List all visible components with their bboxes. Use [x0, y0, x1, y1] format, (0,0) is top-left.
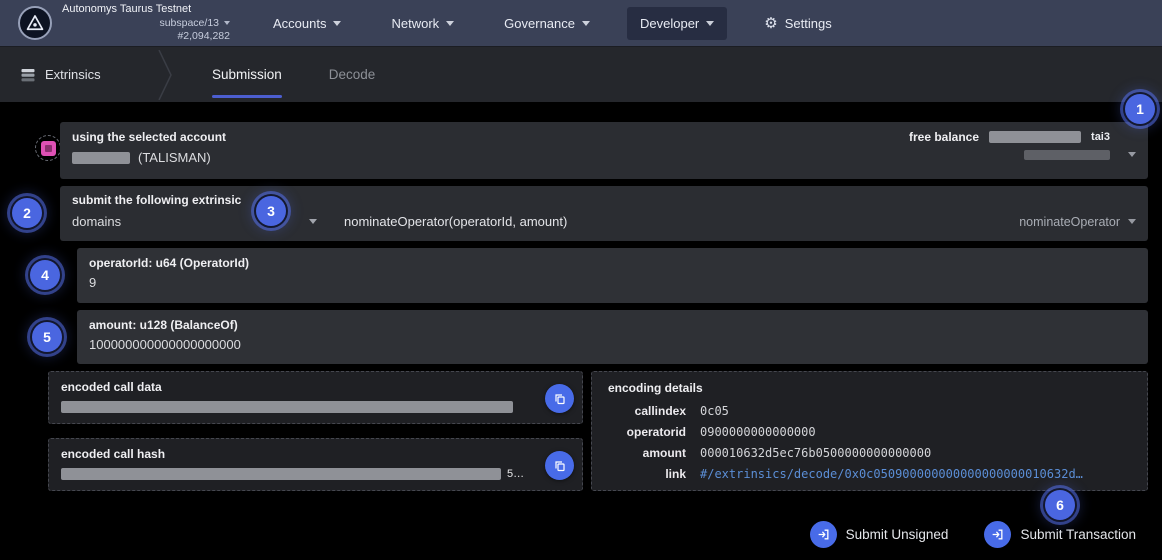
chevron-down-icon	[1128, 219, 1136, 224]
copy-call-hash-button[interactable]	[545, 451, 574, 480]
redacted-secondary-balance	[1024, 150, 1110, 160]
param-amount-label: amount: u128 (BalanceOf)	[89, 318, 1136, 332]
annotation-step-1: 1	[1125, 94, 1155, 124]
detail-key: callindex	[608, 404, 686, 418]
encoded-call-data-label: encoded call data	[61, 380, 570, 394]
param-amount[interactable]: amount: u128 (BalanceOf) 100000000000000…	[77, 310, 1148, 364]
sign-in-icon	[810, 521, 837, 548]
account-label: using the selected account	[72, 130, 226, 144]
account-info: using the selected account (TALISMAN)	[72, 130, 226, 171]
annotation-step-3: 3	[256, 196, 286, 226]
copy-call-data-button[interactable]	[545, 384, 574, 413]
encoding-details-title: encoding details	[608, 381, 1131, 395]
submit-unsigned-label: Submit Unsigned	[846, 527, 949, 542]
redacted-balance-value	[989, 131, 1081, 143]
redacted-account-name	[72, 152, 130, 164]
account-avatar[interactable]	[35, 135, 61, 161]
call-signature: nominateOperator(operatorId, amount)	[344, 214, 567, 229]
balance-info: free balance tai3	[909, 130, 1110, 171]
annotation-step-2: 2	[12, 198, 42, 228]
copy-icon	[554, 460, 566, 472]
encoded-call-hash-value: 5…	[61, 468, 570, 480]
encoding-details: encoding details callindex 0c05 operator…	[591, 371, 1148, 491]
extrinsic-label: submit the following extrinsic	[72, 193, 1136, 207]
secondary-balance-row	[1024, 150, 1110, 160]
detail-row-callindex: callindex 0c05	[608, 400, 1131, 421]
actions-bar: Submit Unsigned Submit Transaction	[810, 521, 1136, 548]
detail-key: amount	[608, 446, 686, 460]
annotation-step-4: 4	[30, 260, 60, 290]
account-dropdown-chevron-icon[interactable]	[1128, 152, 1136, 157]
encoded-call-data-value	[61, 401, 570, 413]
pallet-value: domains	[72, 214, 121, 229]
extrinsic-row: domains nominateOperator(operatorId, amo…	[72, 214, 1136, 229]
param-operatorid-label: operatorId: u64 (OperatorId)	[89, 256, 1136, 270]
annotation-step-6: 6	[1045, 490, 1075, 520]
redacted-call-data	[61, 401, 513, 413]
account-source: (TALISMAN)	[138, 150, 211, 165]
detail-row-link: link #/extrinsics/decode/0x0c05090000000…	[608, 463, 1131, 484]
submit-transaction-button[interactable]: Submit Transaction	[984, 521, 1136, 548]
extrinsics-page: Autonomys Taurus Testnet subspace/13 #2,…	[0, 0, 1162, 560]
detail-key: link	[608, 467, 686, 481]
redacted-call-hash	[61, 468, 501, 480]
detail-key: operatorid	[608, 425, 686, 439]
encoded-call-hash: encoded call hash 5…	[48, 438, 583, 491]
sign-in-icon	[984, 521, 1011, 548]
detail-value: 0900000000000000	[700, 425, 816, 439]
free-balance-label: free balance	[909, 130, 979, 144]
account-name-row: (TALISMAN)	[72, 150, 226, 165]
detail-row-operatorid: operatorid 0900000000000000	[608, 421, 1131, 442]
annotation-step-5: 5	[32, 322, 62, 352]
encoded-call-hash-label: encoded call hash	[61, 447, 570, 461]
copy-icon	[554, 393, 566, 405]
account-select-card[interactable]: using the selected account (TALISMAN) fr…	[60, 122, 1148, 179]
method-value: nominateOperator	[1019, 215, 1120, 229]
encoded-call-data: encoded call data	[48, 371, 583, 424]
param-operatorid[interactable]: operatorId: u64 (OperatorId) 9	[77, 248, 1148, 303]
extrinsic-select-card: submit the following extrinsic domains n…	[60, 186, 1148, 241]
submit-unsigned-button[interactable]: Submit Unsigned	[810, 521, 949, 548]
free-balance-row: free balance tai3	[909, 130, 1110, 144]
call-hash-tail: 5…	[507, 468, 524, 480]
submit-transaction-label: Submit Transaction	[1020, 527, 1136, 542]
balance-unit: tai3	[1091, 131, 1110, 143]
detail-row-amount: amount 000010632d5ec76b0500000000000000	[608, 442, 1131, 463]
talisman-identicon	[41, 141, 56, 156]
param-operatorid-value[interactable]: 9	[89, 275, 1136, 290]
chevron-down-icon	[309, 219, 317, 224]
method-select[interactable]: nominateOperator	[1019, 215, 1136, 229]
encoding-details-rows: callindex 0c05 operatorid 09000000000000…	[608, 400, 1131, 484]
identicon-pattern	[45, 145, 52, 152]
detail-value: 0c05	[700, 404, 729, 418]
decode-link[interactable]: #/extrinsics/decode/0x0c0509000000000000…	[700, 467, 1083, 481]
param-amount-value[interactable]: 100000000000000000000	[89, 337, 1136, 352]
content: using the selected account (TALISMAN) fr…	[0, 0, 1162, 560]
detail-value: 000010632d5ec76b0500000000000000	[700, 446, 931, 460]
